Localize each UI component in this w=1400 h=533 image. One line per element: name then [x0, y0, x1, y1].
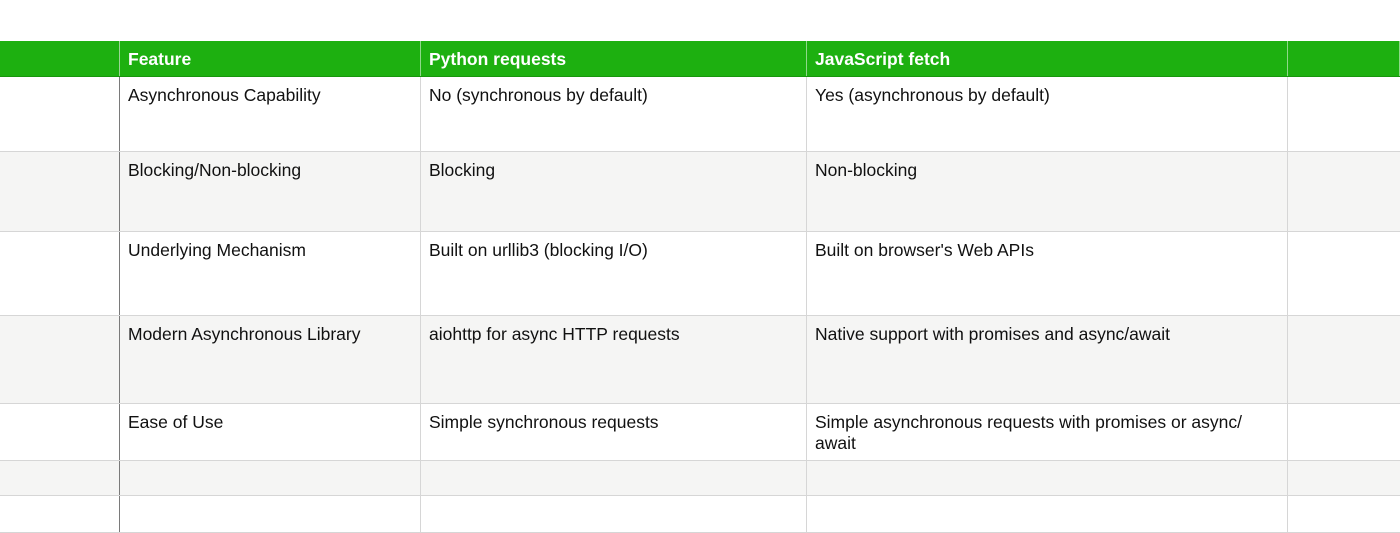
table-cell[interactable]: [0, 496, 120, 532]
table-cell[interactable]: [1288, 496, 1400, 532]
table-cell[interactable]: Built on urllib3 (blocking I/O): [421, 232, 807, 315]
table-cell[interactable]: [807, 461, 1288, 495]
table-cell[interactable]: [421, 461, 807, 495]
table-row: Blocking/Non-blocking Blocking Non-block…: [0, 152, 1400, 232]
table-cell[interactable]: Simple synchronous requests: [421, 404, 807, 460]
table-cell[interactable]: [1288, 316, 1400, 403]
table-cell[interactable]: Modern Asynchronous Library: [120, 316, 421, 403]
header-cell-python-requests[interactable]: Python requests: [421, 41, 807, 76]
table-row: Asynchronous Capability No (synchronous …: [0, 77, 1400, 152]
table-cell[interactable]: Blocking/Non-blocking: [120, 152, 421, 231]
table-cell[interactable]: [1288, 232, 1400, 315]
header-cell-extra[interactable]: [1288, 41, 1400, 76]
table-cell[interactable]: Non-blocking: [807, 152, 1288, 231]
table-header-row: Feature Python requests JavaScript fetch: [0, 41, 1400, 77]
table-cell[interactable]: [1288, 461, 1400, 495]
table-row: Underlying Mechanism Built on urllib3 (b…: [0, 232, 1400, 316]
table-cell[interactable]: [1288, 77, 1400, 151]
table-row: Ease of Use Simple synchronous requests …: [0, 404, 1400, 461]
header-cell-feature[interactable]: Feature: [120, 41, 421, 76]
table-row: Modern Asynchronous Library aiohttp for …: [0, 316, 1400, 404]
table-cell[interactable]: Native support with promises and async/a…: [807, 316, 1288, 403]
spreadsheet-table: Feature Python requests JavaScript fetch…: [0, 0, 1400, 533]
table-cell[interactable]: [120, 496, 421, 532]
table-cell[interactable]: [0, 461, 120, 495]
table-row-empty: [0, 496, 1400, 533]
table-cell[interactable]: [0, 77, 120, 151]
table-cell[interactable]: Underlying Mechanism: [120, 232, 421, 315]
table-cell[interactable]: [807, 496, 1288, 532]
header-cell-javascript-fetch[interactable]: JavaScript fetch: [807, 41, 1288, 76]
table-cell[interactable]: [0, 316, 120, 403]
header-cell-row-label[interactable]: [0, 41, 120, 76]
table-cell[interactable]: Ease of Use: [120, 404, 421, 460]
table-cell[interactable]: Built on browser's Web APIs: [807, 232, 1288, 315]
table-cell[interactable]: [1288, 152, 1400, 231]
table-cell[interactable]: Simple asynchronous requests with promis…: [807, 404, 1288, 460]
table-cell[interactable]: Yes (asynchronous by default): [807, 77, 1288, 151]
table-cell[interactable]: aiohttp for async HTTP requests: [421, 316, 807, 403]
table-cell[interactable]: [120, 461, 421, 495]
table-cell[interactable]: [1288, 404, 1400, 460]
table-row-empty: [0, 461, 1400, 496]
table-cell[interactable]: [0, 152, 120, 231]
table-cell[interactable]: Asynchronous Capability: [120, 77, 421, 151]
table-cell[interactable]: Blocking: [421, 152, 807, 231]
table-cell[interactable]: [421, 496, 807, 532]
table-cell[interactable]: No (synchronous by default): [421, 77, 807, 151]
table-cell[interactable]: [0, 232, 120, 315]
table-cell[interactable]: [0, 404, 120, 460]
